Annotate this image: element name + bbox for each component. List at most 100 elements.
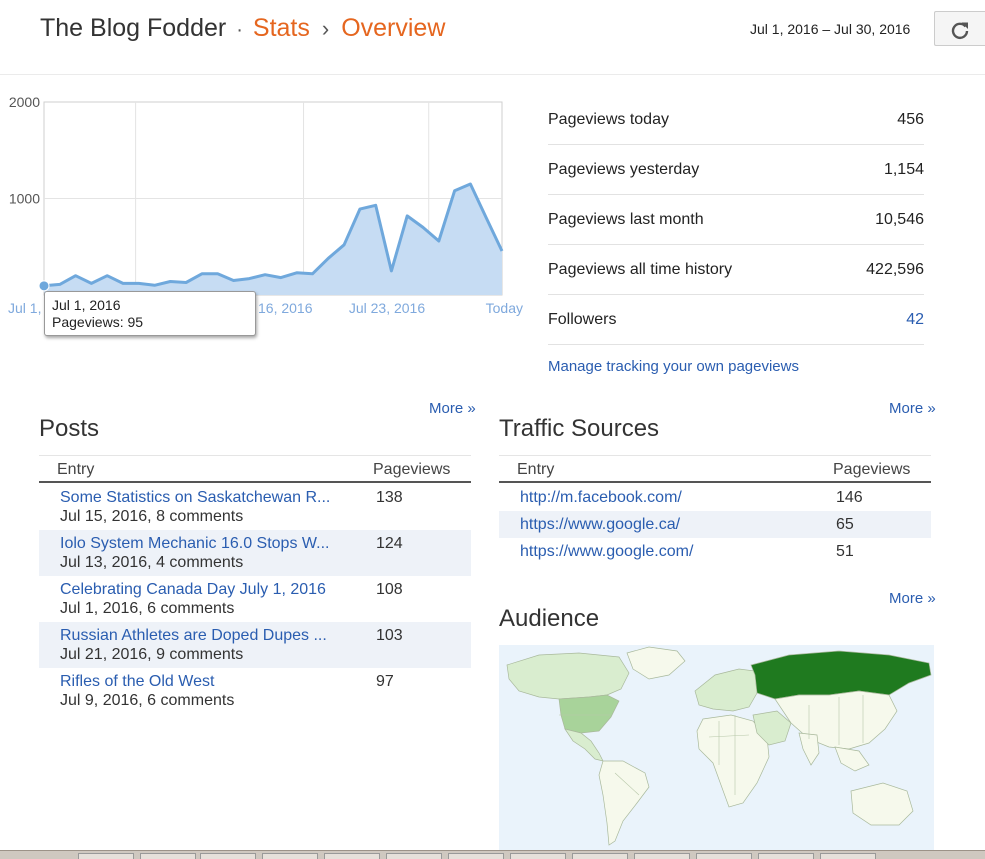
chart-point	[121, 282, 124, 285]
posts-header-rule	[39, 481, 471, 483]
chart-point	[501, 249, 504, 252]
traffic-source-link[interactable]: https://www.google.com/	[520, 543, 693, 561]
post-pageviews: 103	[376, 627, 403, 644]
post-meta: Jul 1, 2016, 6 comments	[60, 600, 235, 617]
breadcrumb-chevron-icon: ›	[321, 16, 330, 41]
posts-col-pageviews: Pageviews	[373, 461, 451, 478]
chart-point	[485, 216, 488, 219]
chart-point	[422, 226, 425, 229]
chart-x-tick-label: Jul 1,	[8, 300, 41, 316]
stat-label: Pageviews all time history	[548, 260, 733, 278]
map-australia	[850, 782, 914, 826]
chart-x-tick-label: 16, 2016	[258, 300, 313, 316]
traffic-col-entry: Entry	[517, 461, 555, 478]
chart-point	[453, 189, 456, 192]
stat-label: Pageviews yesterday	[548, 160, 700, 178]
post-pageviews: 124	[376, 535, 403, 552]
map-mexico	[564, 728, 604, 762]
chart-point	[358, 208, 361, 211]
stat-row-last-month: Pageviews last month 10,546	[548, 195, 924, 245]
post-title-link[interactable]: Rifles of the Old West	[60, 673, 214, 691]
stat-label: Followers	[548, 310, 617, 328]
date-range[interactable]: Jul 1, 2016 – Jul 30, 2016	[750, 21, 910, 37]
followers-count-link[interactable]: 42	[906, 311, 924, 329]
stat-value: 456	[897, 110, 924, 128]
tooltip-value: Pageviews: 95	[52, 314, 144, 330]
chart-point	[390, 269, 393, 272]
chart-tooltip: Jul 1, 2016 Pageviews: 95	[44, 291, 256, 336]
map-asia	[774, 690, 898, 750]
chart-point	[185, 281, 188, 284]
table-row: Rifles of the Old West Jul 9, 2016, 6 co…	[39, 668, 471, 714]
stat-label: Pageviews today	[548, 110, 669, 128]
manage-tracking-link[interactable]: Manage tracking your own pageviews	[548, 358, 799, 375]
chart-point	[469, 183, 472, 186]
chart-point	[374, 204, 377, 207]
taskbar-item[interactable]	[510, 853, 566, 859]
taskbar-item[interactable]	[820, 853, 876, 859]
map-europe	[694, 668, 758, 712]
taskbar-item[interactable]	[448, 853, 504, 859]
traffic-source-link[interactable]: http://m.facebook.com/	[520, 489, 682, 507]
post-title-link[interactable]: Russian Athletes are Doped Dupes ...	[60, 627, 327, 645]
blog-name[interactable]: The Blog Fodder	[40, 14, 226, 42]
breadcrumb-overview: Overview	[341, 14, 446, 42]
chart-point	[90, 282, 93, 285]
table-row: Iolo System Mechanic 16.0 Stops W... Jul…	[39, 530, 471, 576]
header-divider	[0, 74, 985, 75]
post-title-link[interactable]: Some Statistics on Saskatchewan R...	[60, 489, 330, 507]
stats-summary: Pageviews today 456 Pageviews yesterday …	[548, 95, 924, 345]
traffic-sources-title: Traffic Sources	[499, 415, 660, 442]
tooltip-date: Jul 1, 2016	[52, 297, 121, 313]
chart-point	[216, 272, 219, 275]
chart-y-tick-label: 2000	[9, 94, 40, 110]
post-pageviews: 97	[376, 673, 394, 690]
post-title-link[interactable]: Iolo System Mechanic 16.0 Stops W...	[60, 535, 329, 553]
taskbar-item[interactable]	[140, 853, 196, 859]
traffic-more-link[interactable]: More »	[889, 400, 936, 417]
stat-row-today: Pageviews today 456	[548, 95, 924, 145]
chart-x-tick-label: Jul 23, 2016	[349, 300, 425, 316]
taskbar-item[interactable]	[200, 853, 256, 859]
posts-title-divider	[39, 455, 471, 456]
post-title-link[interactable]: Celebrating Canada Day July 1, 2016	[60, 581, 326, 599]
posts-col-entry: Entry	[57, 461, 95, 478]
chart-y-tick-label: 1000	[9, 191, 40, 207]
taskbar-item[interactable]	[78, 853, 134, 859]
map-se-asia	[834, 746, 870, 772]
posts-title: Posts	[39, 415, 100, 442]
chart-point	[279, 276, 282, 279]
posts-more-link[interactable]: More »	[429, 400, 476, 417]
table-row: Russian Athletes are Doped Dupes ... Jul…	[39, 622, 471, 668]
audience-world-map[interactable]	[499, 645, 934, 850]
audience-more-link[interactable]: More »	[889, 590, 936, 607]
refresh-button[interactable]	[934, 11, 985, 46]
taskbar-item[interactable]	[572, 853, 628, 859]
stat-row-yesterday: Pageviews yesterday 1,154	[548, 145, 924, 195]
taskbar-item[interactable]	[262, 853, 318, 859]
traffic-source-link[interactable]: https://www.google.ca/	[520, 516, 680, 534]
map-russia	[750, 650, 932, 700]
chart-point	[169, 280, 172, 283]
stat-value: 10,546	[875, 210, 924, 228]
taskbar-item[interactable]	[634, 853, 690, 859]
taskbar-item[interactable]	[696, 853, 752, 859]
taskbar-item[interactable]	[386, 853, 442, 859]
chart-point	[327, 257, 330, 260]
breadcrumb-stats[interactable]: Stats	[253, 14, 310, 42]
pageviews-chart[interactable]: 2000 1000 Jul 1, 16, 2016 Jul 23, 2016 Today	[0, 90, 530, 325]
traffic-header-rule	[499, 481, 931, 483]
post-pageviews: 138	[376, 489, 403, 506]
chart-point	[153, 284, 156, 287]
chart-point-highlighted	[38, 280, 50, 292]
chart-point	[106, 274, 109, 277]
chart-point	[311, 272, 314, 275]
map-usa	[558, 694, 620, 734]
stat-row-all-time: Pageviews all time history 422,596	[548, 245, 924, 295]
taskbar-item[interactable]	[324, 853, 380, 859]
chart-point	[264, 273, 267, 276]
refresh-icon	[951, 22, 969, 40]
chart-point	[343, 243, 346, 246]
table-row: https://www.google.ca/ 65	[499, 511, 931, 538]
taskbar-item[interactable]	[758, 853, 814, 859]
